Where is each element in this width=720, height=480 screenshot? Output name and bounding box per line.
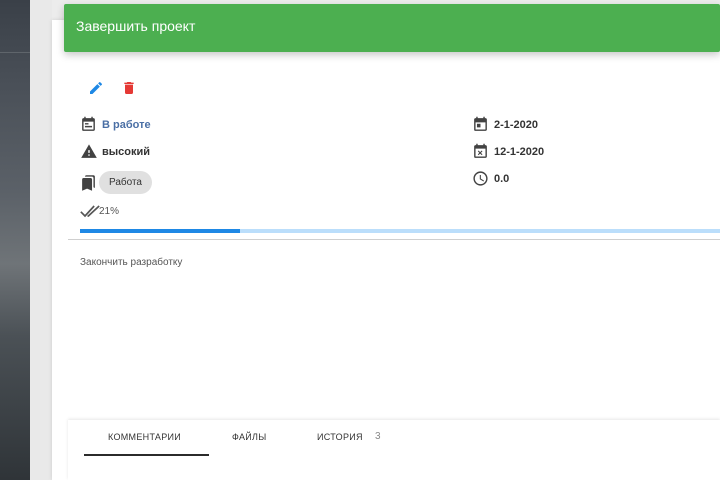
due-date: 12-1-2020 <box>494 146 545 158</box>
double-check-icon <box>80 203 100 221</box>
warning-icon <box>80 143 98 161</box>
history-count-badge: 3 <box>375 431 381 442</box>
app-root: Завершить проект В работе 2-1-2020 высок… <box>0 0 720 480</box>
pencil-icon <box>88 80 106 96</box>
tab-comments[interactable]: КОММЕНТАРИИ <box>108 430 181 456</box>
trash-icon <box>121 80 139 96</box>
task-title: Завершить проект <box>76 18 196 34</box>
active-tab-indicator <box>84 454 209 456</box>
tab-files[interactable]: ФАЙЛЫ <box>232 430 267 456</box>
status-value[interactable]: В работе <box>102 118 151 132</box>
priority-value: высокий <box>102 146 151 158</box>
start-date: 2-1-2020 <box>494 119 539 131</box>
task-card <box>52 20 720 480</box>
tab-history[interactable]: ИСТОРИЯ <box>317 430 363 456</box>
progress-bar <box>80 229 720 233</box>
calendar-start-icon <box>472 116 490 134</box>
background-landscape <box>0 0 30 480</box>
page-gutter <box>30 0 52 480</box>
task-header: Завершить проект <box>64 4 720 52</box>
calendar-due-icon <box>472 143 490 161</box>
progress-percent: 21% <box>99 206 120 217</box>
sidebar-divider <box>0 52 30 53</box>
task-description: Закончить разработку <box>80 257 183 268</box>
calendar-icon <box>80 116 98 134</box>
delete-button[interactable] <box>121 80 139 98</box>
clock-icon <box>472 170 490 188</box>
bookmarks-icon <box>80 174 98 192</box>
time-spent: 0.0 <box>494 173 510 185</box>
tabs-panel: КОММЕНТАРИИ ФАЙЛЫ ИСТОРИЯ 3 <box>68 420 720 480</box>
progress-bar-fill <box>80 229 240 233</box>
edit-button[interactable] <box>88 80 106 98</box>
section-divider <box>68 239 720 240</box>
tag-chip[interactable]: Работа <box>99 171 152 194</box>
